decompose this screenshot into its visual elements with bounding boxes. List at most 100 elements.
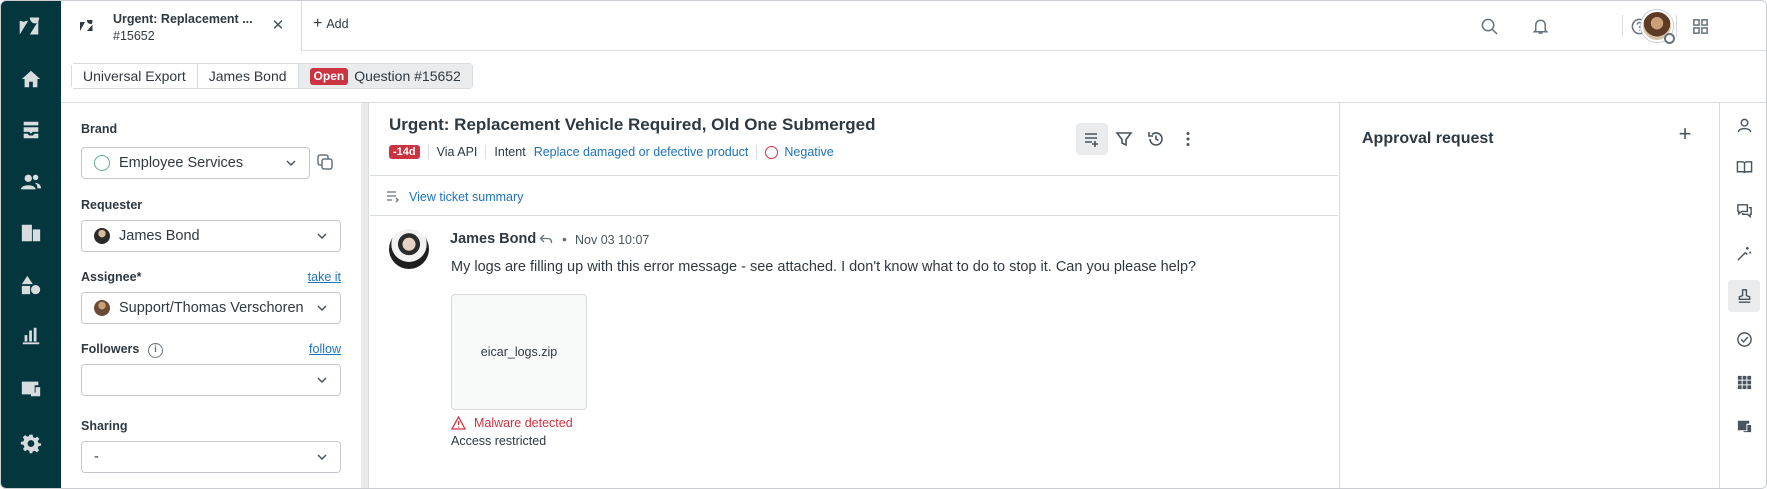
chevron-down-icon <box>317 305 327 312</box>
warning-icon <box>451 416 466 430</box>
chevron-down-icon <box>317 377 327 384</box>
add-tab-label: Add <box>326 17 349 31</box>
conversation-filter-button[interactable] <box>1076 123 1108 155</box>
top-bar: Urgent: Replacement ... #15652 ✕ + Add <box>61 1 1766 51</box>
take-it-link[interactable]: take it <box>308 270 341 284</box>
close-icon[interactable]: ✕ <box>269 17 287 35</box>
brand-select[interactable]: Employee Services <box>81 147 310 179</box>
apps-grid-icon <box>1737 375 1751 389</box>
filter-button[interactable] <box>1108 123 1140 155</box>
admin-settings-icon[interactable] <box>15 428 47 460</box>
approvals-button[interactable] <box>1728 280 1760 312</box>
followers-label: Followers <box>81 342 140 356</box>
sentiment-link[interactable]: Negative <box>784 145 833 159</box>
history-button[interactable] <box>1140 123 1172 155</box>
breadcrumb-ticket[interactable]: Open Question #15652 <box>298 64 472 88</box>
ticket-tab[interactable]: Urgent: Replacement ... #15652 ✕ <box>61 1 302 51</box>
status-indicator <box>1664 33 1675 44</box>
conversations-button[interactable] <box>1728 194 1760 226</box>
summary-icon <box>387 191 399 203</box>
more-options-button[interactable] <box>1172 123 1204 155</box>
ai-assist-button[interactable] <box>1728 237 1760 269</box>
user-icon <box>1737 118 1751 132</box>
reply-icon <box>539 234 553 243</box>
attachment-filename: eicar_logs.zip <box>480 345 558 359</box>
magic-wand-icon <box>1736 246 1751 261</box>
views-icon[interactable] <box>15 114 47 146</box>
workspace-button[interactable] <box>1728 409 1760 441</box>
tab-ticket-number: #15652 <box>113 29 155 43</box>
follow-link[interactable]: follow <box>309 342 341 356</box>
organizations-icon[interactable] <box>15 217 47 249</box>
objects-icon[interactable] <box>15 269 47 301</box>
chevron-down-icon <box>317 233 327 240</box>
list-add-icon <box>1085 133 1098 147</box>
message-author[interactable]: James Bond <box>450 231 536 247</box>
home-icon[interactable] <box>15 63 47 95</box>
divider <box>427 145 429 159</box>
requester-avatar <box>94 228 110 244</box>
approval-request-title: Approval request <box>1362 130 1494 147</box>
requester-label: Requester <box>81 198 143 212</box>
panel-resize-handle[interactable] <box>361 103 369 488</box>
workspaces-icon[interactable] <box>15 372 47 404</box>
zendesk-logo-icon[interactable] <box>18 15 44 39</box>
message-timestamp[interactable]: Nov 03 10:07 <box>575 233 649 247</box>
view-ticket-summary-link[interactable]: View ticket summary <box>409 190 523 204</box>
search-icon[interactable] <box>1477 14 1501 38</box>
chevron-down-icon <box>317 454 327 461</box>
divider <box>756 145 758 159</box>
channel-label: Via API <box>436 145 478 159</box>
info-icon[interactable]: i <box>148 343 163 358</box>
knowledge-button[interactable] <box>1728 151 1760 183</box>
requester-select[interactable]: James Bond <box>81 220 341 252</box>
requester-value: James Bond <box>119 228 200 244</box>
apps-button[interactable] <box>1728 366 1760 398</box>
stamp-icon <box>1738 288 1750 303</box>
plus-icon: + <box>313 15 323 32</box>
chat-icon <box>1736 203 1752 218</box>
breadcrumb-ticket-label: Question #15652 <box>354 68 461 84</box>
attachment-card[interactable]: eicar_logs.zip <box>451 294 587 410</box>
intent-value-link[interactable]: Replace damaged or defective product <box>534 145 749 159</box>
intent-label: Intent <box>494 145 526 159</box>
assignee-select[interactable]: Support/Thomas Verschoren <box>81 292 341 324</box>
message-body: My logs are filling up with this error m… <box>451 259 1197 275</box>
global-nav <box>1 1 61 488</box>
customer-context-button[interactable] <box>1728 109 1760 141</box>
plus-icon[interactable]: + <box>1674 123 1696 145</box>
copy-icon[interactable] <box>315 152 335 172</box>
divider <box>1622 15 1623 37</box>
sharing-select[interactable]: - <box>81 441 341 473</box>
author-avatar[interactable] <box>389 229 429 269</box>
assignee-avatar <box>94 300 110 316</box>
conversation-log: James Bond • Nov 03 10:07 My logs are fi… <box>370 217 1338 488</box>
customers-icon[interactable] <box>15 166 47 198</box>
breadcrumb: Universal Export James Bond Open Questio… <box>71 63 473 89</box>
ticket-summary-bar: View ticket summary <box>370 177 1338 216</box>
reporting-icon[interactable] <box>15 320 47 352</box>
status-badge: Open <box>309 67 349 85</box>
malware-warning: Malware detected <box>451 416 573 430</box>
followers-select[interactable] <box>81 364 341 396</box>
tab-title: Urgent: Replacement ... <box>113 12 253 26</box>
breadcrumb-organization[interactable]: Universal Export <box>72 64 198 88</box>
apps-grid-icon[interactable] <box>1688 14 1712 38</box>
divider <box>1676 15 1677 37</box>
ticket-properties-panel: Brand Employee Services Requester James … <box>61 103 361 488</box>
brand-icon <box>94 155 110 171</box>
ticket-title[interactable]: Urgent: Replacement Vehicle Required, Ol… <box>389 115 876 135</box>
history-icon <box>1148 132 1163 146</box>
book-icon <box>1736 160 1752 173</box>
ticket-meta: -14d Via API Intent Replace damaged or d… <box>389 145 834 159</box>
breadcrumb-requester[interactable]: James Bond <box>197 64 299 88</box>
brand-label: Brand <box>81 122 118 136</box>
brand-value: Employee Services <box>119 155 244 171</box>
assignee-label: Assignee* <box>81 270 142 284</box>
ticket-age-badge: -14d <box>389 145 420 159</box>
tasks-button[interactable] <box>1728 323 1760 355</box>
notifications-bell-icon[interactable] <box>1528 14 1552 38</box>
separator-dot: • <box>562 231 567 247</box>
chevron-down-icon <box>286 160 296 167</box>
add-tab-button[interactable]: + Add <box>313 15 349 32</box>
